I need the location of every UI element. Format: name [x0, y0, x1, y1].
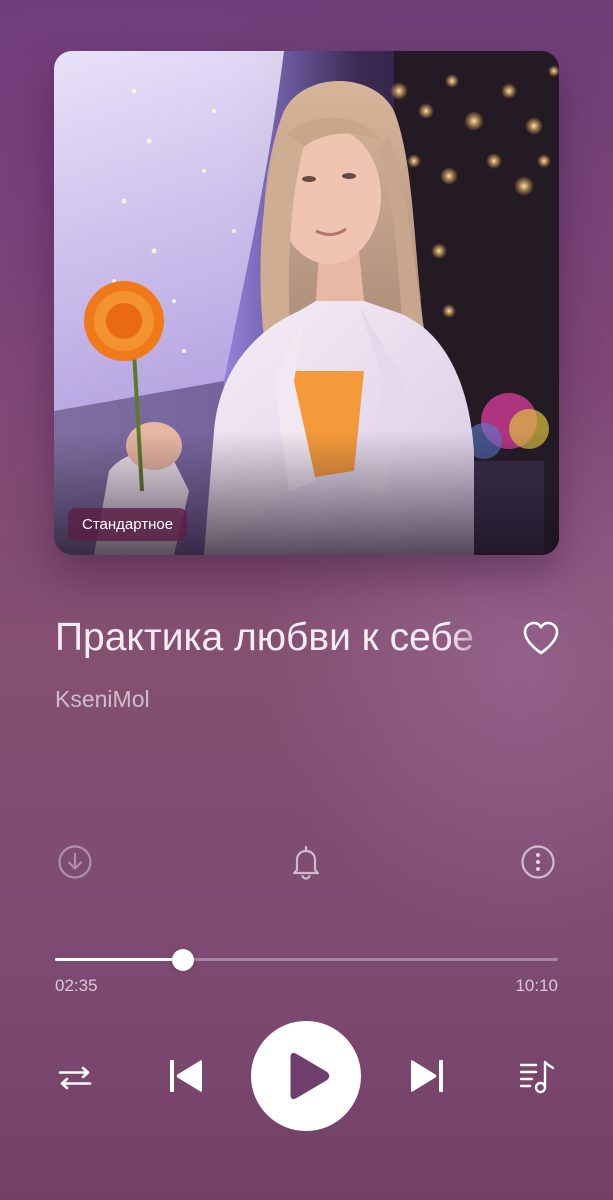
more-vertical-circle-icon [521, 845, 555, 879]
download-button[interactable] [55, 842, 95, 882]
alarm-button[interactable] [286, 842, 326, 882]
track-title: Практика любви к себе [55, 616, 474, 659]
next-button[interactable] [407, 1056, 447, 1096]
skip-next-icon [411, 1060, 443, 1092]
play-icon [290, 1052, 330, 1100]
album-cover-image [54, 51, 559, 555]
download-circle-icon [58, 845, 92, 879]
progress-fill [55, 958, 183, 961]
like-button[interactable] [522, 620, 560, 656]
repeat-button[interactable] [57, 1060, 93, 1096]
time-elapsed: 02:35 [55, 976, 98, 995]
heart-icon [523, 621, 559, 655]
bell-icon [292, 845, 320, 880]
album-cover[interactable]: Стандартное [54, 51, 559, 555]
progress-slider[interactable] [55, 949, 558, 971]
quality-badge: Стандартное [68, 508, 188, 541]
playlist-music-icon [519, 1060, 555, 1094]
artist-name[interactable]: KseniMol [55, 684, 150, 714]
repeat-icon [58, 1066, 92, 1090]
track-title-row: Практика любви к себе [55, 612, 560, 664]
queue-button[interactable] [518, 1058, 556, 1096]
time-total: 10:10 [515, 976, 558, 995]
more-button[interactable] [518, 842, 558, 882]
previous-button[interactable] [166, 1056, 206, 1096]
play-button[interactable] [251, 1021, 361, 1131]
skip-previous-icon [170, 1060, 202, 1092]
progress-thumb[interactable] [171, 949, 194, 971]
